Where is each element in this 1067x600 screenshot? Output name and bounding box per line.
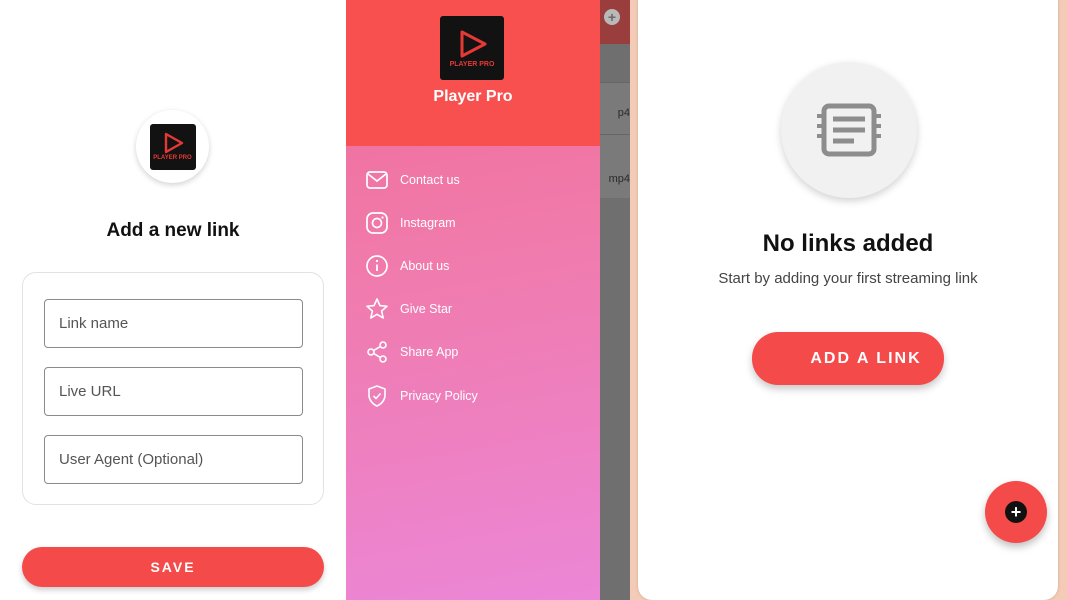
shield-icon: [364, 383, 390, 409]
link-name-placeholder: Link name: [59, 315, 129, 332]
drawer-menu: Contact us Instagram About us Give Star: [346, 158, 600, 417]
plus-icon: +: [1005, 501, 1027, 523]
empty-state-illustration: [781, 62, 917, 198]
app-logo-badge: PLAYER PRO: [136, 110, 209, 183]
add-icon: +: [604, 9, 620, 25]
play-icon: [460, 30, 487, 57]
star-icon: [364, 296, 390, 322]
menu-item-share-app[interactable]: Share App: [346, 331, 600, 374]
instagram-icon: [364, 210, 390, 236]
page-title: Add a new link: [106, 220, 240, 241]
empty-state-title: No links added: [762, 230, 934, 257]
link-form-card: Link name Live URL User Agent (Optional): [22, 272, 324, 505]
add-fab-button[interactable]: +: [985, 481, 1047, 543]
share-icon: [364, 339, 390, 365]
document-list-icon: [817, 103, 881, 157]
app-logo: PLAYER PRO: [149, 123, 196, 170]
menu-item-label: Instagram: [400, 215, 456, 230]
empty-links-screen: No links added Start by adding your firs…: [638, 0, 1058, 600]
menu-item-about-us[interactable]: About us: [346, 244, 600, 287]
empty-state-subtitle: Start by adding your first streaming lin…: [718, 270, 978, 287]
link-name-input[interactable]: Link name: [44, 299, 303, 348]
drawer-app-logo: PLAYER PRO: [440, 16, 504, 80]
menu-item-label: Contact us: [400, 172, 460, 187]
live-url-input[interactable]: Live URL: [44, 367, 303, 416]
info-icon: [364, 253, 390, 279]
user-agent-placeholder: User Agent (Optional): [59, 451, 204, 468]
dimmed-background[interactable]: + p4 mp4: [600, 0, 630, 600]
live-url-placeholder: Live URL: [59, 383, 121, 400]
logo-text: PLAYER PRO: [153, 155, 192, 161]
add-link-button[interactable]: ADD A LINK: [752, 332, 944, 385]
list-item-text: p4: [617, 107, 630, 119]
navigation-drawer: PLAYER PRO Player Pro Contact us Instagr…: [346, 0, 600, 600]
drawer-header: PLAYER PRO Player Pro: [346, 0, 600, 146]
menu-item-label: About us: [400, 258, 450, 273]
user-agent-input[interactable]: User Agent (Optional): [44, 435, 303, 484]
menu-item-give-star[interactable]: Give Star: [346, 288, 600, 331]
menu-item-instagram[interactable]: Instagram: [346, 201, 600, 244]
list-item: mp4: [600, 134, 630, 198]
drawer-app-name: Player Pro: [433, 88, 513, 105]
menu-item-label: Share App: [400, 345, 459, 360]
dimmed-toolbar: +: [600, 0, 630, 44]
menu-item-label: Privacy Policy: [400, 388, 478, 403]
save-button[interactable]: SAVE: [22, 547, 324, 587]
list-item-text: mp4: [608, 173, 630, 185]
add-link-screen: PLAYER PRO Add a new link Link name Live…: [0, 0, 346, 600]
menu-item-contact-us[interactable]: Contact us: [346, 158, 600, 201]
play-icon: [164, 132, 183, 154]
mail-icon: [364, 167, 390, 193]
menu-item-label: Give Star: [400, 302, 453, 317]
menu-item-privacy-policy[interactable]: Privacy Policy: [346, 374, 600, 417]
screenshot-stage: PLAYER PRO Add a new link Link name Live…: [0, 0, 1067, 600]
drawer-logo-text: PLAYER PRO: [449, 60, 495, 68]
